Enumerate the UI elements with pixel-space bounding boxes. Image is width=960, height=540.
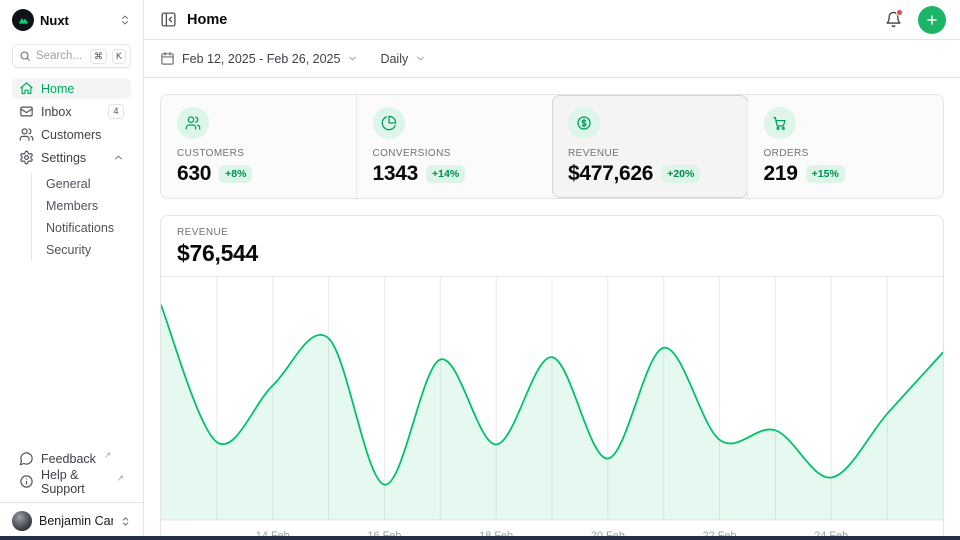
sidebar-item-feedback[interactable]: Feedback ↗ [12,448,131,469]
circle-dollar-icon [568,107,600,139]
sidebar-item-customers[interactable]: Customers [12,124,131,145]
sidebar: Nuxt Search... ⌘ K Home [0,0,144,540]
notifications-button[interactable] [885,11,902,28]
shopping-cart-icon [764,107,796,139]
stat-value: 1343 [373,162,419,186]
bottom-edge-bar [0,536,960,540]
message-bubble-icon [19,451,34,466]
sidebar-subitem-members[interactable]: Members [32,195,131,217]
calendar-icon [160,51,175,66]
date-range-picker[interactable]: Feb 12, 2025 - Feb 26, 2025 [160,51,358,66]
nuxt-logo-icon [12,9,34,31]
users-icon [19,127,34,142]
page-header: Home [144,0,960,40]
stat-card-conversions[interactable]: CONVERSIONS 1343 +14% [357,95,553,198]
stat-delta-badge: +8% [219,165,252,183]
sidebar-item-label: Help & Support [41,468,108,496]
filters-toolbar: Feb 12, 2025 - Feb 26, 2025 Daily [144,40,960,78]
search-icon [19,50,31,62]
chevrons-up-down-icon [120,516,131,527]
topbar-actions [885,6,946,34]
chart-plot-area[interactable]: 14 Feb16 Feb18 Feb20 Feb22 Feb24 Feb [161,277,943,540]
team-selector[interactable]: Nuxt [0,0,143,36]
inbox-icon [19,104,34,119]
revenue-chart-card: REVENUE $76,544 14 Feb16 Feb18 Feb20 Feb… [160,215,944,540]
add-button[interactable] [918,6,946,34]
kbd-cmd: ⌘ [90,49,107,64]
stat-label: REVENUE [568,148,732,159]
stat-delta-badge: +20% [661,165,700,183]
app-root: Nuxt Search... ⌘ K Home [0,0,960,540]
plus-icon [925,13,939,27]
external-link-icon: ↗ [116,473,124,484]
sidebar-subitem-security[interactable]: Security [32,239,131,261]
chevrons-up-down-icon [119,14,131,26]
sidebar-item-label: Inbox [41,105,72,119]
subitem-label: General [46,177,90,191]
stat-label: CONVERSIONS [373,148,537,159]
stat-label: ORDERS [764,148,928,159]
chart-metric-value: $76,544 [177,240,927,267]
period-select[interactable]: Daily [380,52,426,66]
subitem-label: Members [46,199,98,213]
stat-value: 630 [177,162,211,186]
panel-left-close-icon [160,11,177,28]
sidebar-item-inbox[interactable]: Inbox 4 [12,101,131,122]
chart-pie-icon [373,107,405,139]
sidebar-item-home[interactable]: Home [12,78,131,99]
gear-icon [19,150,34,165]
subitem-label: Notifications [46,221,114,235]
stat-delta-badge: +15% [806,165,845,183]
sidebar-subitem-general[interactable]: General [32,173,131,195]
chevron-down-icon [415,53,426,64]
settings-subnav: General Members Notifications Security [31,173,131,261]
page-title: Home [187,12,227,28]
stat-label: CUSTOMERS [177,148,341,159]
date-range-value: Feb 12, 2025 - Feb 26, 2025 [182,52,340,66]
stat-delta-badge: +14% [426,165,465,183]
sidebar-item-help-support[interactable]: Help & Support↗ [12,471,131,492]
user-menu[interactable]: Benjamin Canac [0,503,143,540]
home-icon [19,81,34,96]
sidebar-footer-nav: Feedback↗ Help & Support↗ [0,448,143,496]
info-circle-icon [19,474,34,489]
inbox-count-badge: 4 [108,104,124,119]
kbd-k: K [112,49,126,64]
revenue-area-chart[interactable]: 14 Feb16 Feb18 Feb20 Feb22 Feb24 Feb [161,277,943,540]
sidebar-item-label: Feedback [41,452,96,466]
chart-metric-label: REVENUE [177,227,927,238]
sidebar-subitem-notifications[interactable]: Notifications [32,217,131,239]
notification-dot [896,9,903,16]
stat-value: $477,626 [568,162,653,186]
stat-card-customers[interactable]: CUSTOMERS 630 +8% [161,95,357,198]
sidebar-nav: Home Inbox 4 Customers Settings [0,78,143,263]
users-icon [177,107,209,139]
chevron-down-icon [347,53,358,64]
external-link-icon: ↗ [104,450,112,461]
dashboard-content: CUSTOMERS 630 +8% CONVERSIONS 1343 +14% [144,78,960,540]
stat-card-orders[interactable]: ORDERS 219 +15% [748,95,944,198]
sidebar-item-label: Customers [41,128,101,142]
main-panel: Home Feb 12, 2025 - Feb 26, 2025 [144,0,960,540]
search-placeholder: Search... [36,50,85,62]
subitem-label: Security [46,243,91,257]
avatar [12,511,32,531]
sidebar-item-settings[interactable]: Settings [12,147,131,168]
period-value: Daily [380,52,408,66]
sidebar-collapse-button[interactable] [160,11,177,28]
sidebar-item-label: Settings [41,151,86,165]
stat-card-revenue[interactable]: REVENUE $477,626 +20% [552,95,748,198]
chart-header: REVENUE $76,544 [161,216,943,277]
stats-row: CUSTOMERS 630 +8% CONVERSIONS 1343 +14% [160,94,944,199]
chevron-up-icon [113,152,124,163]
sidebar-item-label: Home [41,82,74,96]
team-name: Nuxt [40,13,113,28]
search-input[interactable]: Search... ⌘ K [12,44,131,68]
stat-value: 219 [764,162,798,186]
user-name: Benjamin Canac [39,514,113,528]
